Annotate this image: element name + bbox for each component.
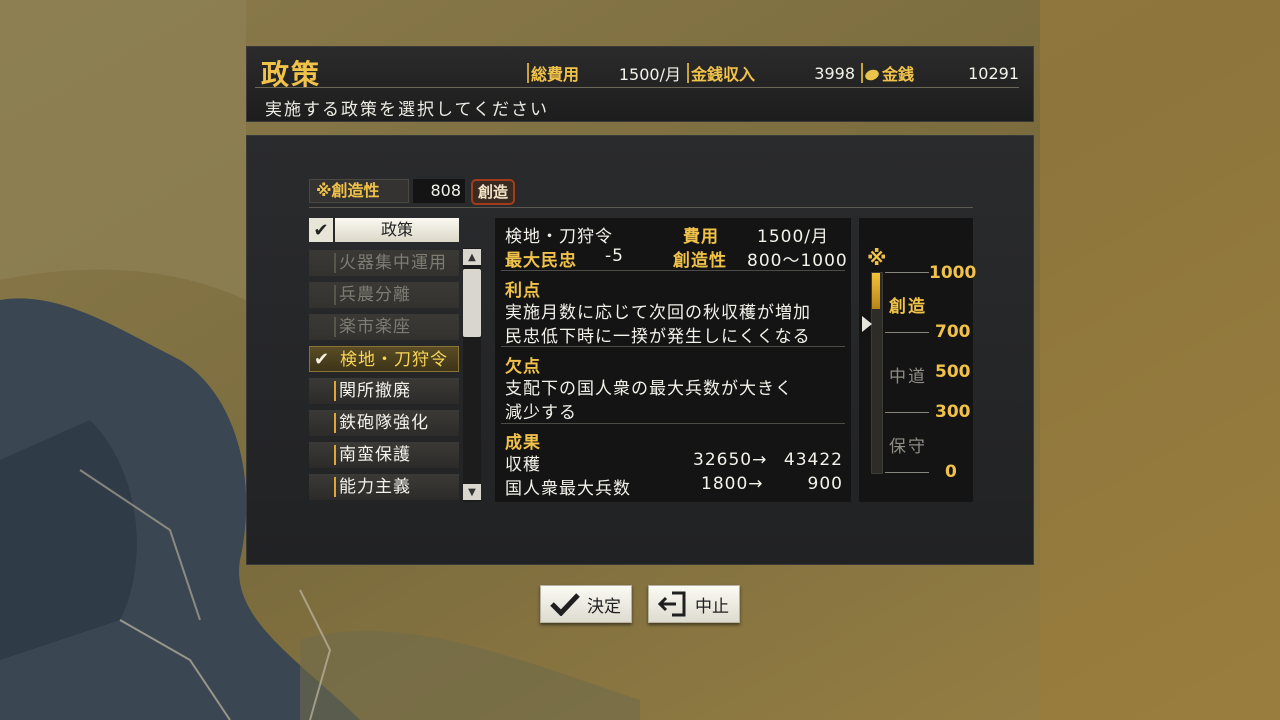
policy-item-label: 火器集中運用 [339, 253, 447, 273]
policy-item[interactable]: 兵農分離 [309, 282, 459, 308]
policy-panel: ※創造性 808 創造 ✔ 政策 火器集中運用 兵農分離 楽市楽座 ✔ 検地・刀… [246, 135, 1034, 565]
gauge-tick-label: 300 [935, 402, 971, 422]
cancel-label: 中止 [695, 596, 729, 617]
detail-loyalty-value: -5 [605, 246, 624, 266]
gauge-tick-label: 0 [945, 462, 957, 482]
scrollbar-thumb[interactable] [463, 269, 481, 337]
coin-icon [863, 67, 881, 83]
policy-item-selected[interactable]: ✔ 検地・刀狩令 [309, 346, 459, 372]
gauge-zone-conservative: 保守 [889, 437, 927, 457]
policy-detail-panel: 検地・刀狩令 費用 1500/月 最大民忠 -5 創造性 800〜1000 利点… [495, 218, 851, 502]
detail-cost-value: 1500/月 [757, 227, 829, 247]
creativity-value: 808 [413, 179, 465, 203]
policy-item-label: 楽市楽座 [339, 317, 411, 337]
money-value: 10291 [968, 63, 1019, 83]
gauge-zone-middle: 中道 [889, 367, 927, 387]
creativity-gauge: ※ 1000 700 500 300 0 創造 中道 保守 [859, 218, 977, 502]
total-cost-value: 1500/月 [618, 65, 681, 84]
detail-creativity-label: 創造性 [673, 251, 727, 271]
instruction-text: 実施する政策を選択してください [265, 100, 549, 120]
scroll-down-icon[interactable]: ▼ [463, 484, 481, 500]
confirm-button[interactable]: 決定 [540, 585, 632, 623]
policy-item[interactable]: 南蛮保護 [309, 442, 459, 468]
gauge-pointer-icon [862, 316, 872, 332]
income-label: 金銭収入 [691, 65, 756, 84]
gauge-tick-label: 700 [935, 322, 971, 342]
creativity-label: ※創造性 [309, 179, 409, 203]
policy-item-label: 能力主義 [339, 477, 411, 497]
merit-line: 民忠低下時に一揆が発生しにくくなる [505, 327, 811, 347]
result-to: 43422 [783, 450, 843, 470]
creativity-icon: ※ [867, 246, 887, 270]
policy-item[interactable]: 能力主義 [309, 474, 459, 500]
demerit-line: 減少する [505, 403, 577, 423]
detail-cost-label: 費用 [683, 227, 719, 247]
result-from: 32650→ [693, 450, 768, 470]
checkmark-icon [549, 590, 581, 618]
detail-policy-name: 検地・刀狩令 [505, 227, 613, 247]
policy-item[interactable]: 関所撤廃 [309, 378, 459, 404]
gauge-tick-label: 500 [935, 362, 971, 382]
merit-line: 実施月数に応じて次回の秋収穫が増加 [505, 303, 811, 323]
policy-item-label: 鉄砲隊強化 [339, 413, 429, 433]
income-stat: 金銭収入 3998 [687, 61, 859, 85]
result-name: 収穫 [505, 455, 541, 475]
policy-item[interactable]: 楽市楽座 [309, 314, 459, 340]
policy-item[interactable]: 火器集中運用 [309, 250, 459, 276]
money-label: 金銭 [882, 65, 915, 84]
gauge-zone-creative: 創造 [889, 297, 927, 317]
result-name: 国人衆最大兵数 [505, 479, 631, 499]
policy-item-label: 南蛮保護 [339, 445, 411, 465]
scroll-up-icon[interactable]: ▲ [463, 249, 481, 265]
money-stat: 金銭 10291 [861, 61, 1023, 85]
cancel-button[interactable]: 中止 [648, 585, 740, 623]
income-value: 3998 [814, 63, 855, 83]
creativity-badge: 創造 [471, 179, 516, 205]
policy-item-label: 兵農分離 [339, 285, 411, 305]
demerit-line: 支配下の国人衆の最大兵数が大きく [505, 379, 793, 399]
detail-creativity-range: 800〜1000 [747, 251, 848, 271]
header-panel: 政策 総費用 1500/月 金銭収入 3998 金銭 10291 実施する政策を… [246, 46, 1034, 122]
gauge-fill [872, 273, 880, 309]
exit-door-icon [657, 590, 689, 618]
gauge-tick-label: 1000 [929, 263, 977, 283]
confirm-label: 決定 [587, 596, 621, 617]
policy-sort-button[interactable]: 政策 [335, 218, 459, 242]
result-from: 1800→ [701, 474, 764, 494]
filter-checkbox[interactable]: ✔ [309, 218, 333, 242]
check-icon: ✔ [314, 349, 331, 370]
policy-item-label: 検地・刀狩令 [340, 350, 448, 370]
detail-loyalty-label: 最大民忠 [505, 251, 577, 271]
total-cost-label: 総費用 [531, 65, 580, 84]
total-cost-stat: 総費用 1500/月 [527, 61, 685, 85]
result-to: 900 [807, 474, 843, 494]
policy-item[interactable]: 鉄砲隊強化 [309, 410, 459, 436]
policy-item-label: 関所撤廃 [339, 381, 411, 401]
